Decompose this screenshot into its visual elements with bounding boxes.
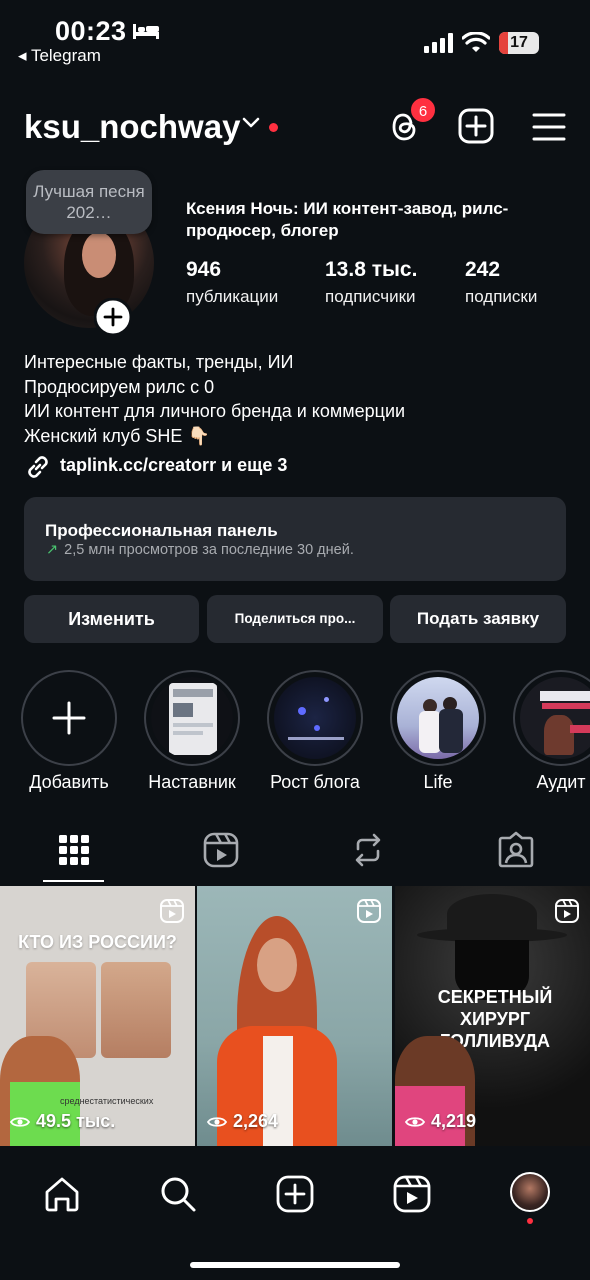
active-tab-indicator (43, 880, 104, 882)
pro-panel-subtitle: ↗ 2,5 млн просмотров за последние 30 дней… (46, 542, 354, 558)
create-icon[interactable] (275, 1174, 315, 1214)
reels-icon[interactable] (392, 1174, 432, 1214)
plus-icon (52, 701, 86, 735)
reel-icon (160, 899, 184, 923)
bio-line: ИИ контент для личного бренда и коммерци… (24, 401, 406, 421)
view-count: 49.5 тыс. (10, 1111, 115, 1132)
profile-header: ksu_nochway 6 (24, 96, 566, 156)
highlight-life[interactable]: Life (390, 670, 486, 793)
display-name: Ксения Ночь: ИИ контент-завод, рилс-прод… (186, 199, 509, 240)
highlight-label: Рост блога (270, 772, 360, 792)
status-bar: 00:23 ◂ Telegram 17 (0, 0, 590, 70)
back-to-telegram[interactable]: ◂ Telegram (18, 46, 101, 66)
pro-panel-title: Профессиональная панель (45, 521, 278, 540)
share-profile-button[interactable]: Поделиться про... (207, 595, 383, 643)
grid-post[interactable]: СЕКРЕТНЫЙ ХИРУРГ ГОЛЛИВУДА 4,219 (395, 886, 590, 1146)
sleep-focus-icon (133, 24, 159, 39)
highlight-cover (274, 677, 356, 759)
eye-icon (207, 1116, 227, 1127)
grid-post[interactable]: КТО ИЗ РОССИИ? среднестатистических 49.5… (0, 886, 195, 1146)
grid-post[interactable]: 2,264 (197, 886, 392, 1146)
bottom-navigation (0, 1150, 590, 1280)
bio-line: Женский клуб SHE 👇🏻 (24, 425, 210, 446)
professional-dashboard[interactable]: Профессиональная панель ↗ 2,5 млн просмот… (24, 497, 566, 581)
link-icon (28, 456, 48, 478)
highlight-growth[interactable]: Рост блога (267, 670, 363, 793)
chevron-down-icon[interactable] (242, 116, 260, 130)
profile-bio: Интересные факты, тренды, ИИ Продюсируем… (24, 350, 405, 448)
profile-avatar-tab[interactable] (510, 1172, 550, 1212)
highlight-label: Наставник (148, 772, 236, 792)
highlight-label: Аудит (536, 772, 586, 792)
link-text[interactable]: taplink.cc/creatorr и еще 3 (60, 455, 287, 476)
post-caption: среднестатистических (60, 1096, 154, 1106)
profile-notification-dot (527, 1218, 533, 1224)
menu-icon[interactable] (532, 112, 566, 142)
post-title: КТО ИЗ РОССИИ? (18, 932, 177, 952)
search-icon[interactable] (158, 1174, 198, 1214)
status-time: 00:23 (55, 16, 127, 46)
eye-icon (10, 1116, 30, 1127)
home-icon[interactable] (42, 1174, 82, 1214)
eye-icon (405, 1116, 425, 1127)
edit-profile-button[interactable]: Изменить (24, 595, 199, 643)
profile-tabs (0, 822, 590, 884)
apply-button[interactable]: Подать заявку (390, 595, 566, 643)
bio-line: Продюсируем рилс с 0 (24, 376, 215, 397)
home-indicator (190, 1262, 400, 1268)
reel-icon (357, 899, 381, 923)
cellular-signal-icon (424, 33, 453, 53)
create-post-icon[interactable] (458, 108, 494, 144)
bio-line: Интересные факты, тренды, ИИ (24, 352, 294, 372)
highlight-cover (151, 677, 233, 759)
stat-following[interactable]: 242 подписки (465, 258, 537, 307)
tab-tagged-icon[interactable] (496, 830, 536, 870)
highlight-cover (397, 677, 479, 759)
highlight-audit[interactable]: Аудит (513, 670, 590, 793)
highlight-add[interactable]: Добавить (21, 670, 117, 793)
battery-level (499, 32, 508, 54)
trend-up-icon: ↗ (46, 542, 59, 558)
highlight-cover (520, 677, 590, 759)
wifi-icon (462, 32, 490, 52)
username[interactable]: ksu_nochway (24, 108, 240, 146)
stat-posts[interactable]: 946 публикации (186, 258, 278, 307)
stat-followers[interactable]: 13.8 тыс. подписчики (325, 258, 417, 307)
tab-reels-icon[interactable] (201, 830, 241, 870)
highlight-label: Добавить (29, 772, 109, 792)
account-notification-dot (269, 123, 278, 132)
reel-icon (555, 899, 579, 923)
highlight-label: Life (423, 772, 453, 792)
threads-badge: 6 (409, 96, 437, 124)
battery-indicator: 17 (499, 32, 539, 54)
tab-reposts-icon[interactable] (348, 830, 388, 870)
view-count: 2,264 (207, 1111, 278, 1132)
view-count: 4,219 (405, 1111, 476, 1132)
tab-grid-icon[interactable] (54, 830, 94, 870)
highlight-mentor[interactable]: Наставник (144, 670, 240, 793)
profile-note[interactable]: Лучшая песня 202… (26, 170, 152, 234)
add-story-plus-icon[interactable] (94, 298, 132, 336)
